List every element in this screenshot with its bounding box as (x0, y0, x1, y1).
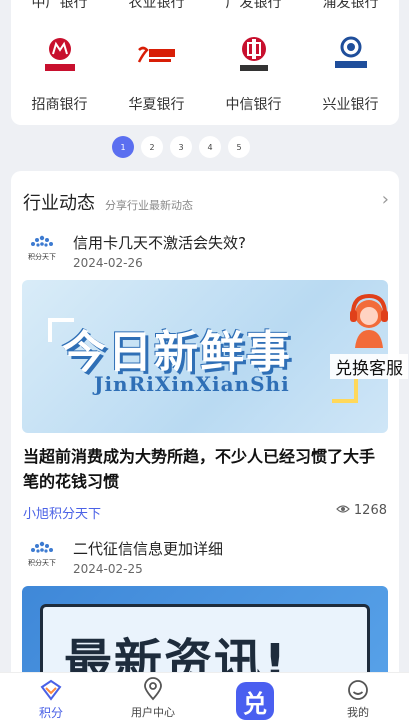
citic-logo-icon (232, 34, 276, 78)
tab-user-center[interactable]: 用户中心 (102, 673, 204, 727)
jifen-logo-text: 积分天下 (28, 559, 56, 567)
news-date: 2024-02-25 (73, 562, 143, 576)
eye-icon (336, 503, 350, 518)
bank-name: 华夏银行 (128, 97, 185, 113)
page-dot[interactable]: 5 (228, 136, 250, 158)
bank-name-top[interactable]: 农业银行 (108, 0, 205, 12)
view-count-value: 1268 (353, 503, 387, 518)
bank-name-top[interactable]: 广发银行 (205, 0, 302, 12)
cib-logo-icon (329, 34, 373, 78)
headset-agent-icon (350, 293, 388, 348)
bottom-tab-bar: 积分 用户中心 兑 我的 (0, 672, 409, 727)
chevron-right-icon[interactable]: › (382, 189, 389, 210)
section-title: 行业动态 (23, 193, 95, 214)
view-count: 1268 (336, 503, 387, 518)
bank-item-cmb[interactable]: 招商银行 (11, 34, 108, 114)
banner-title: 今日新鲜事 (62, 327, 292, 378)
page-dot[interactable]: 3 (170, 136, 192, 158)
hxb-logo-icon (135, 34, 179, 78)
page-indicator: 1 2 3 4 5 (112, 136, 250, 158)
section-header[interactable]: 行业动态 分享行业最新动态 (23, 189, 193, 215)
bank-name: 兴业银行 (322, 97, 379, 113)
bracket-decoration (332, 379, 358, 403)
points-icon (0, 673, 102, 701)
customer-service-button[interactable]: 兑换客服 (330, 292, 408, 379)
profile-icon (307, 673, 409, 701)
section-subtitle: 分享行业最新动态 (105, 199, 193, 212)
jifen-logo-icon: 积分天下 (25, 232, 59, 262)
tab-exchange[interactable]: 兑 (236, 682, 274, 720)
industry-news-card: 行业动态 分享行业最新动态 › 积分天下 信用卡几天不激活会失效? 2024-0… (11, 171, 399, 711)
news-title[interactable]: 二代征信信息更加详细 (73, 538, 223, 559)
news-title[interactable]: 信用卡几天不激活会失效? (73, 232, 246, 253)
news-source[interactable]: 小旭积分天下 (23, 503, 101, 522)
banner-subtitle: JinRiXinXianShi (94, 372, 290, 396)
bank-name: 招商银行 (31, 97, 88, 113)
bank-grid-card: 中广银行 农业银行 广发银行 浦发银行 招商银行 华夏银行 中信银行 兴业银行 (11, 0, 399, 125)
bank-name-top[interactable]: 浦发银行 (302, 0, 399, 12)
jifen-logo-text: 积分天下 (28, 253, 56, 261)
news-date: 2024-02-26 (73, 256, 143, 270)
tab-label: 用户中心 (131, 706, 175, 719)
location-icon (102, 673, 204, 701)
customer-service-label: 兑换客服 (330, 354, 408, 379)
cmb-logo-icon (38, 34, 82, 78)
bank-item-hxb[interactable]: 华夏银行 (108, 34, 205, 114)
tab-label: 积分 (38, 706, 63, 720)
bank-item-citic[interactable]: 中信银行 (205, 34, 302, 114)
bank-name: 中信银行 (225, 97, 282, 113)
bank-row-partial: 中广银行 农业银行 广发银行 浦发银行 (11, 0, 399, 14)
bank-name-top[interactable]: 中广银行 (11, 0, 108, 12)
bank-item-cib[interactable]: 兴业银行 (302, 34, 399, 114)
page-dot[interactable]: 4 (199, 136, 221, 158)
tab-points[interactable]: 积分 (0, 673, 102, 727)
jifen-logo-icon: 积分天下 (25, 538, 59, 568)
tab-mine[interactable]: 我的 (307, 673, 409, 727)
page-dot[interactable]: 2 (141, 136, 163, 158)
page-dot[interactable]: 1 (112, 136, 134, 158)
news-headline[interactable]: 当超前消费成为大势所趋，不少人已经习惯了大手笔的花钱习惯 (23, 444, 383, 494)
tab-label: 我的 (347, 706, 369, 719)
